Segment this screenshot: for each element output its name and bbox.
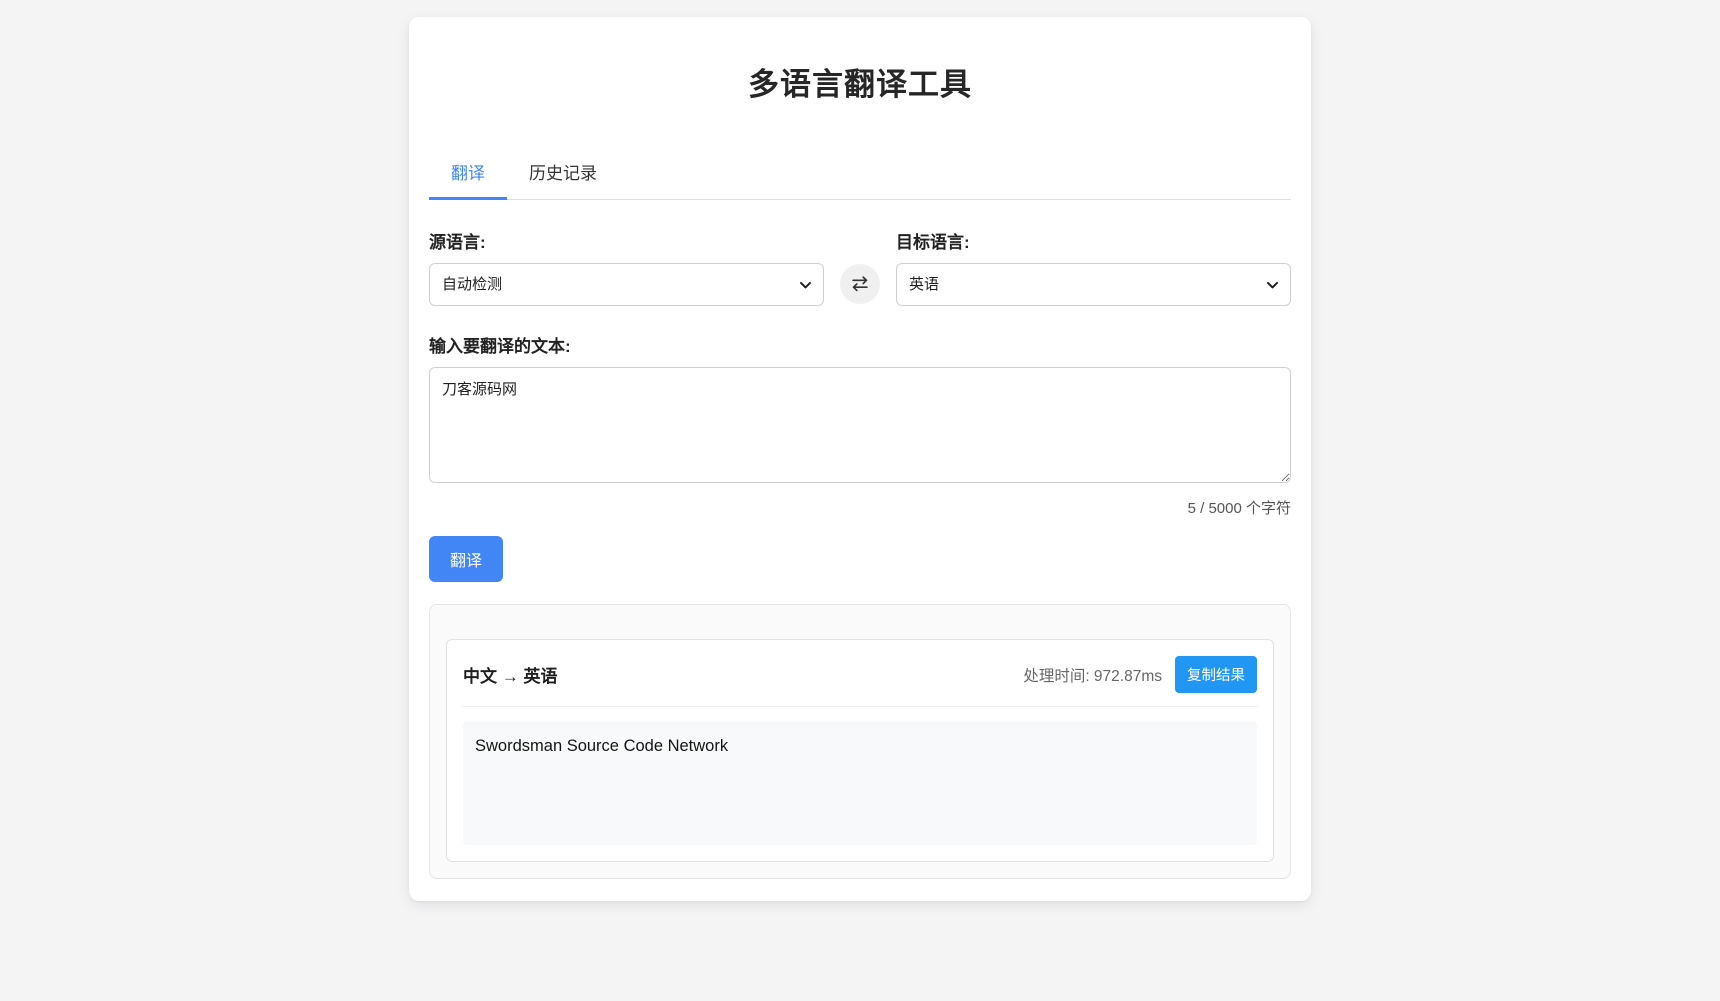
input-text-label: 输入要翻译的文本: — [429, 332, 1291, 357]
result-header: 中文 → 英语 处理时间: 972.87ms 复制结果 — [463, 656, 1257, 707]
source-language-select-wrap: 自动检测 — [429, 263, 824, 306]
translator-card: 多语言翻译工具 翻译 历史记录 源语言: 自动检测 — [409, 17, 1311, 901]
copy-result-button[interactable]: 复制结果 — [1175, 656, 1257, 693]
tab-history[interactable]: 历史记录 — [507, 146, 619, 200]
tab-bar: 翻译 历史记录 — [429, 146, 1291, 200]
page-title: 多语言翻译工具 — [429, 59, 1291, 104]
source-language-label: 源语言: — [429, 228, 824, 253]
source-text-input[interactable]: 刀客源码网 — [429, 367, 1291, 483]
source-language-select[interactable]: 自动检测 — [429, 263, 824, 306]
translate-button[interactable]: 翻译 — [429, 536, 503, 582]
swap-languages-button[interactable] — [840, 264, 880, 304]
target-language-group: 目标语言: 英语 — [896, 228, 1291, 306]
translation-direction: 中文 → 英语 — [463, 662, 557, 687]
translation-result-text: Swordsman Source Code Network — [463, 722, 1257, 845]
target-language-label: 目标语言: — [896, 228, 1291, 253]
target-language-select[interactable]: 英语 — [896, 263, 1291, 306]
result-section: 中文 → 英语 处理时间: 972.87ms 复制结果 Swordsman So… — [429, 604, 1291, 879]
target-language-select-wrap: 英语 — [896, 263, 1291, 306]
result-card: 中文 → 英语 处理时间: 972.87ms 复制结果 Swordsman So… — [446, 639, 1274, 862]
tab-translate[interactable]: 翻译 — [429, 146, 507, 200]
processing-time: 处理时间: 972.87ms — [1023, 664, 1162, 686]
result-header-right: 处理时间: 972.87ms 复制结果 — [1023, 656, 1257, 693]
char-count: 5 / 5000 个字符 — [429, 497, 1291, 518]
swap-horizontal-icon — [849, 273, 871, 295]
language-selection-row: 源语言: 自动检测 目标语言: — [429, 228, 1291, 306]
source-language-group: 源语言: 自动检测 — [429, 228, 824, 306]
input-section: 输入要翻译的文本: 刀客源码网 5 / 5000 个字符 — [429, 332, 1291, 518]
